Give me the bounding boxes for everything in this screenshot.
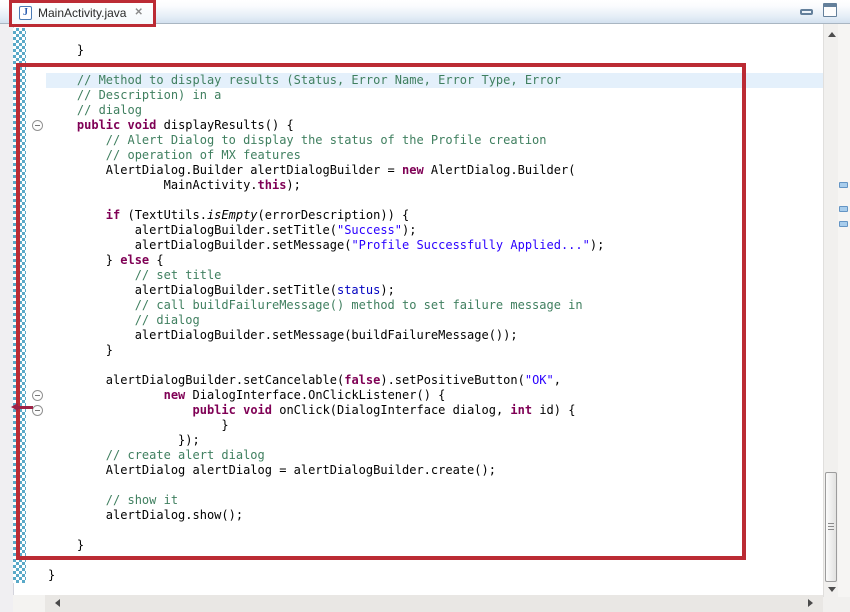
annotation-rect-code-block bbox=[16, 63, 746, 560]
scrollbar-corner bbox=[823, 597, 850, 612]
maximize-view-icon[interactable] bbox=[823, 3, 837, 17]
annotation-tick-marker bbox=[11, 403, 33, 412]
ruler-bottom-pad bbox=[13, 595, 45, 612]
annotation-rect-tab bbox=[9, 0, 156, 27]
scroll-right-icon[interactable] bbox=[808, 599, 813, 607]
occurrence-marker[interactable] bbox=[839, 206, 848, 212]
scrollbar-grip-icon bbox=[828, 523, 834, 530]
minimize-view-icon[interactable] bbox=[800, 9, 813, 15]
eclipse-editor-window: J MainActivity.java ✕ } // Method to dis… bbox=[0, 0, 850, 612]
scroll-down-icon[interactable] bbox=[828, 587, 836, 592]
scroll-up-icon[interactable] bbox=[828, 32, 836, 37]
vertical-scrollbar-thumb[interactable] bbox=[825, 472, 837, 582]
horizontal-scrollbar[interactable] bbox=[45, 595, 823, 612]
scroll-left-icon[interactable] bbox=[55, 599, 60, 607]
vertical-scrollbar[interactable] bbox=[823, 24, 838, 597]
occurrence-marker[interactable] bbox=[839, 221, 848, 227]
code-line: } bbox=[46, 43, 823, 58]
code-line bbox=[46, 28, 823, 43]
overview-ruler[interactable] bbox=[838, 24, 850, 597]
occurrence-marker[interactable] bbox=[839, 182, 848, 188]
code-line: } bbox=[46, 568, 823, 583]
